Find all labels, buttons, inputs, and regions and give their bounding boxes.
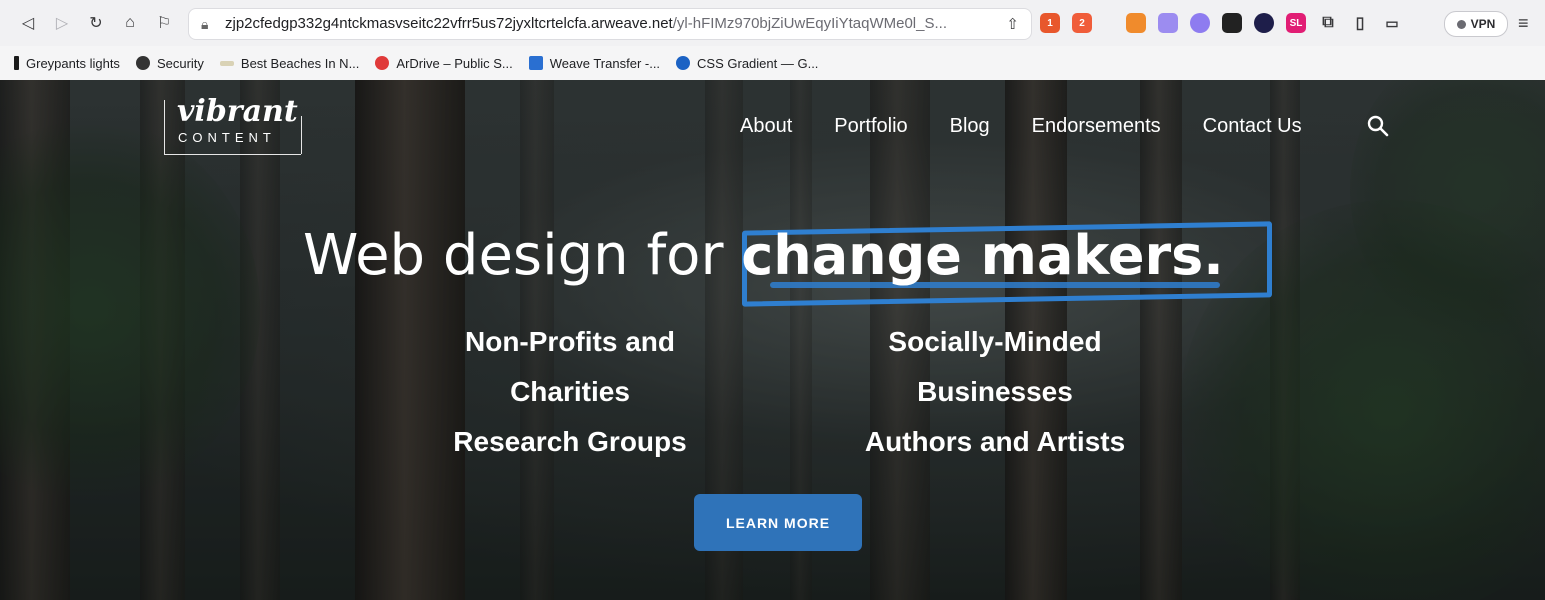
bookmark-item[interactable]: Greypants lights bbox=[0, 46, 128, 80]
vpn-label: VPN bbox=[1470, 17, 1496, 31]
bookmark-item[interactable]: ArDrive – Public S... bbox=[367, 46, 520, 80]
bookmark-bar-icon bbox=[14, 56, 19, 70]
url-domain: zjp2cfedgp332g4ntckmasvseitc22vfrr5us72j… bbox=[225, 15, 673, 32]
rewards-badge: 2 bbox=[1079, 17, 1085, 29]
arconnect-icon[interactable] bbox=[1254, 13, 1274, 33]
url-text[interactable]: zjp2cfedgp332g4ntckmasvseitc22vfrr5us72j… bbox=[225, 15, 965, 32]
bookmark-label: Weave Transfer -... bbox=[549, 55, 661, 71]
audience-item: Charities bbox=[510, 376, 630, 407]
forward-icon[interactable]: ▷ bbox=[50, 11, 74, 35]
logo-divider bbox=[301, 116, 302, 154]
wallet-icon[interactable]: ▭ bbox=[1382, 13, 1402, 33]
globe-icon bbox=[135, 56, 150, 70]
website-hero: vibrant CONTENT About Portfolio Blog End… bbox=[0, 80, 1545, 600]
headline-bold-text: change makers. bbox=[741, 224, 1224, 287]
url-path: /yl-hFIMz970bjZiUwEqyIiYtaqWMe0l_S... bbox=[672, 15, 947, 32]
extension-purple-icon[interactable] bbox=[1190, 13, 1210, 33]
bookmark-label: CSS Gradient — G... bbox=[697, 55, 819, 71]
headline-light-text: Web design for bbox=[303, 223, 742, 288]
ardrive-icon bbox=[375, 56, 390, 70]
back-icon[interactable]: ◁ bbox=[16, 11, 40, 35]
puzzle-icon[interactable]: ⧉ bbox=[1318, 13, 1338, 33]
nav-endorsements[interactable]: Endorsements bbox=[1032, 115, 1161, 138]
browser-toolbar: ◁ ▷ ↻ ⌂ ⚐ 🔒︎ zjp2cfedgp332g4ntckmasvseit… bbox=[0, 0, 1545, 46]
logo-script-text: vibrant bbox=[177, 94, 298, 129]
learn-more-button[interactable]: LEARN MORE bbox=[694, 494, 862, 551]
menu-icon[interactable]: ≡ bbox=[1518, 13, 1538, 33]
vpn-button[interactable]: VPN bbox=[1444, 11, 1508, 37]
share-icon[interactable]: ⇧ bbox=[1006, 15, 1019, 33]
vpn-status-icon bbox=[1456, 19, 1466, 29]
lock-icon: 🔒︎ bbox=[201, 16, 209, 32]
bookmark-item[interactable]: Weave Transfer -... bbox=[521, 46, 668, 80]
browser-chrome: ◁ ▷ ↻ ⌂ ⚐ 🔒︎ zjp2cfedgp332g4ntckmasvseit… bbox=[0, 0, 1545, 81]
sl-label: SL bbox=[1289, 17, 1303, 29]
audience-item: Authors and Artists bbox=[864, 426, 1126, 457]
bookmark-icon[interactable]: ⚐ bbox=[152, 11, 176, 35]
hero-headline: Web design for change makers. bbox=[303, 223, 1224, 303]
bookmark-label: ArDrive – Public S... bbox=[396, 55, 513, 71]
bookmark-item[interactable]: CSS Gradient — G... bbox=[668, 46, 826, 80]
gradient-icon bbox=[676, 56, 691, 70]
audience-item: Research Groups bbox=[453, 426, 687, 457]
phantom-icon[interactable] bbox=[1158, 13, 1178, 33]
nav-blog[interactable]: Blog bbox=[950, 115, 990, 138]
bookmark-label: Greypants lights bbox=[26, 55, 120, 71]
brave-shields-icon[interactable]: 1 bbox=[1040, 13, 1060, 33]
weave-icon bbox=[528, 56, 543, 70]
audience-list-left: Non-Profits and Charities Research Group… bbox=[420, 317, 720, 467]
audience-item: Businesses bbox=[917, 376, 1073, 407]
nav-about[interactable]: About bbox=[740, 115, 792, 138]
search-icon[interactable] bbox=[1366, 114, 1390, 138]
nav-portfolio[interactable]: Portfolio bbox=[834, 115, 907, 138]
address-bar[interactable]: 🔒︎ zjp2cfedgp332g4ntckmasvseitc22vfrr5us… bbox=[188, 8, 1032, 40]
reload-icon[interactable]: ↻ bbox=[84, 11, 108, 35]
bookmarks-bar: Greypants lights Security Best Beaches I… bbox=[0, 46, 1545, 80]
extensions-row: 1 2 SL ⧉ ▯ ▭ bbox=[1040, 10, 1402, 36]
sl-extension-icon[interactable]: SL bbox=[1286, 13, 1306, 33]
metamask-icon[interactable] bbox=[1126, 13, 1146, 33]
home-icon[interactable]: ⌂ bbox=[118, 11, 142, 35]
bookmark-label: Security bbox=[156, 55, 204, 71]
sidebar-icon[interactable]: ▯ bbox=[1350, 13, 1370, 33]
audience-item: Socially-Minded bbox=[888, 326, 1102, 357]
bookmark-item[interactable]: Security bbox=[128, 46, 212, 80]
bookmark-label: Best Beaches In N... bbox=[240, 55, 360, 71]
shields-badge: 1 bbox=[1047, 17, 1053, 29]
beach-icon bbox=[219, 60, 234, 66]
audience-item: Non-Profits and bbox=[465, 326, 675, 357]
brave-rewards-icon[interactable]: 2 bbox=[1072, 13, 1092, 33]
chatgpt-icon[interactable] bbox=[1222, 13, 1242, 33]
nav-contact-us[interactable]: Contact Us bbox=[1203, 115, 1302, 138]
logo-sub-text: CONTENT bbox=[178, 130, 276, 145]
site-logo[interactable]: vibrant CONTENT bbox=[164, 94, 302, 155]
bookmark-item[interactable]: Best Beaches In N... bbox=[212, 46, 368, 80]
main-nav: About Portfolio Blog Endorsements Contac… bbox=[740, 115, 1344, 138]
audience-list-right: Socially-Minded Businesses Authors and A… bbox=[820, 317, 1170, 467]
